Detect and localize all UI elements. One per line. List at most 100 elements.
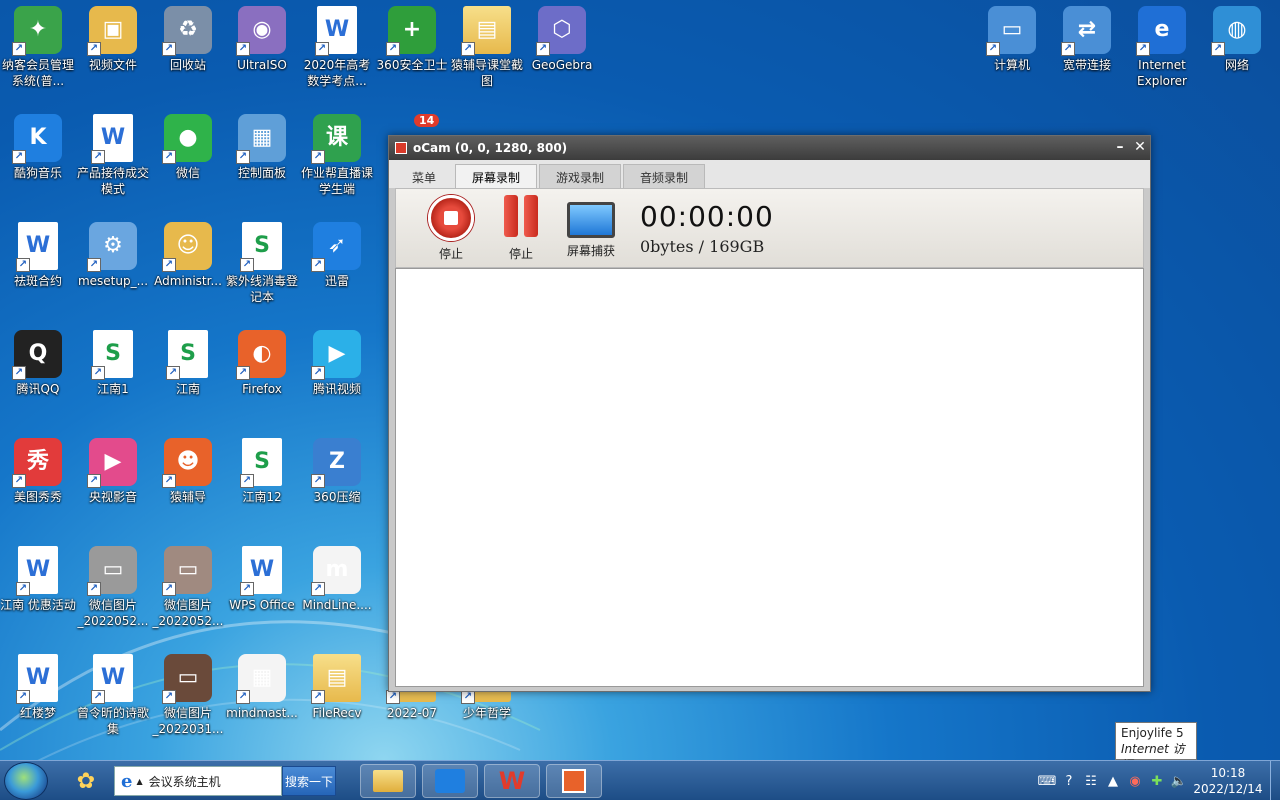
desktop-icon[interactable]: ▣ ↗ 视频文件 [75, 0, 151, 73]
pinned-app-icon[interactable]: ✿ [58, 764, 114, 798]
desktop-icon[interactable]: W ↗ 产品接待成交模式 [75, 108, 151, 197]
desktop-icon-image: Z ↗ [311, 438, 361, 488]
shortcut-arrow-icon: ↗ [311, 366, 325, 380]
desktop-icon-image: ▦ ↗ [236, 114, 286, 164]
desktop-icon[interactable]: S ↗ 江南 [150, 324, 226, 397]
wps-task-icon[interactable]: W [484, 764, 540, 798]
desktop-icon[interactable]: ☻ ↗ 猿辅导 [150, 432, 226, 505]
desktop-icon[interactable]: ♻ ↗ 回收站 [150, 0, 226, 73]
desktop-icon[interactable]: S ↗ 紫外线消毒登记本 [224, 216, 300, 305]
desktop-icon[interactable]: W ↗ 2020年高考数学考点... [299, 0, 375, 89]
desktop-icon[interactable]: ◍ ↗ 网络 [1199, 0, 1275, 73]
desktop-icon[interactable]: ◉ ↗ UltraISO [224, 0, 300, 73]
screen-capture-button[interactable]: 屏幕捕获 [556, 198, 626, 259]
recording-area[interactable] [395, 268, 1144, 687]
desktop-icon-image: W ↗ [16, 654, 58, 704]
desktop-icon[interactable]: ✦ ↗ 纳客会员管理系统(普... [0, 0, 76, 89]
desktop-icon[interactable]: ▦ ↗ 控制面板 [224, 108, 300, 181]
shortcut-arrow-icon: ↗ [311, 474, 325, 488]
pause-button[interactable]: 停止 [486, 194, 556, 262]
pause-icon [498, 194, 544, 241]
desktop-icon[interactable]: W ↗ 江南 优惠活动 [0, 540, 76, 613]
desktop-icon[interactable]: + ↗ 360安全卫士 [374, 0, 450, 73]
tab-audio-record[interactable]: 音频录制 [623, 164, 706, 188]
desktop-icon[interactable]: ▤ ↗ 猿辅导课堂截图 [449, 0, 525, 89]
shortcut-arrow-icon: ↗ [315, 42, 329, 56]
minimize-button[interactable]: – [1110, 138, 1130, 158]
desktop-icon[interactable]: 课 ↗ 作业帮直播课学生端 [299, 108, 375, 197]
desktop-icon-image: ☺ ↗ [162, 222, 212, 272]
desktop-icon-label: 江南12 [242, 490, 282, 504]
desktop-icon[interactable]: W ↗ 祛斑合约 [0, 216, 76, 289]
desktop-icon[interactable]: ▭ ↗ 微信图片_2022031... [150, 648, 226, 737]
stop-button[interactable]: 停止 [416, 194, 486, 262]
network-tooltip: Enjoylife 5 Internet 访问 [1115, 722, 1197, 772]
desktop-icon[interactable]: W ↗ 曾令昕的诗歌集 [75, 648, 151, 737]
ocam-titlebar[interactable]: oCam (0, 0, 1280, 800) – ✕ [389, 136, 1150, 160]
record-tray-icon[interactable]: ◉ [1124, 774, 1146, 789]
desktop-icon-image: ▭ ↗ [162, 546, 212, 596]
desktop-icon[interactable]: ● ↗ 微信 [150, 108, 226, 181]
desktop-icon-label: 纳客会员管理系统(普... [1, 58, 74, 88]
desktop-icon-label: GeoGebra [531, 58, 593, 72]
desktop-icon[interactable]: W ↗ 红楼梦 [0, 648, 76, 721]
shortcut-arrow-icon: ↗ [236, 366, 250, 380]
ie-icon: e [121, 770, 133, 792]
ie-address-bar[interactable]: e ▲ 会议系统主机 [114, 766, 282, 796]
desktop-icon[interactable]: W ↗ WPS Office [224, 540, 300, 613]
explorer-task-icon[interactable] [360, 764, 416, 798]
desktop-icon[interactable]: ⚙ ↗ mesetup_... [75, 216, 151, 289]
desktop-icon[interactable]: S ↗ 江南1 [75, 324, 151, 397]
clock[interactable]: 10:18 2022/12/14 [1190, 765, 1266, 797]
desktop-icon[interactable]: ⇄ ↗ 宽带连接 [1049, 0, 1125, 73]
desktop-icon[interactable]: S ↗ 江南12 [224, 432, 300, 505]
ime-icon[interactable]: ☷ [1080, 774, 1102, 789]
desktop-icon[interactable]: ▭ ↗ 微信图片_2022052... [75, 540, 151, 629]
desktop-icon-label: 360压缩 [313, 490, 361, 504]
search-button[interactable]: 搜索一下 [282, 766, 336, 796]
tab-menu[interactable]: 菜单 [395, 164, 454, 188]
desktop-icon-image: ☻ ↗ [162, 438, 212, 488]
desktop-icon[interactable]: Q ↗ 腾讯QQ [0, 324, 76, 397]
desktop-icon[interactable]: ⬡ ↗ GeoGebra [524, 0, 600, 73]
desktop-icon-label: 猿辅导课堂截图 [450, 58, 523, 88]
desktop-icon[interactable]: ➶ ↗ 迅雷 [299, 216, 375, 289]
desktop-icon-label: 江南 优惠活动 [0, 598, 76, 612]
help-icon[interactable]: ? [1058, 774, 1080, 789]
desktop-icon-label: 曾令昕的诗歌集 [76, 706, 149, 736]
stop-label: 停止 [438, 246, 463, 261]
desktop-icon[interactable]: ▶ ↗ 央视影音 [75, 432, 151, 505]
desktop-icon[interactable]: K ↗ 酷狗音乐 [0, 108, 76, 181]
desktop-icon-label: FileRecv [312, 706, 362, 720]
tab-game-record[interactable]: 游戏录制 [539, 164, 622, 188]
desktop-icon[interactable]: ▭ ↗ 计算机 [974, 0, 1050, 73]
security-tray-icon[interactable]: ✚ [1146, 774, 1168, 789]
desktop-icon[interactable]: ☺ ↗ Administr... [150, 216, 226, 289]
recording-size: 0bytes / 169GB [640, 237, 765, 256]
desktop-icon-image: ▭ ↗ [986, 6, 1036, 56]
start-button[interactable] [4, 762, 48, 800]
app-task-icon[interactable] [422, 764, 478, 798]
clock-time: 10:18 [1210, 766, 1246, 780]
close-button[interactable]: ✕ [1130, 138, 1150, 158]
show-desktop-button[interactable] [1270, 761, 1280, 800]
desktop-icon[interactable]: e ↗ Internet Explorer [1124, 0, 1200, 89]
ocam-task-icon[interactable] [546, 764, 602, 798]
desktop-icon-label: UltraISO [237, 58, 287, 72]
shortcut-arrow-icon: ↗ [1136, 42, 1150, 56]
desktop-icon[interactable]: ▤ ↗ FileRecv [299, 648, 375, 721]
shortcut-arrow-icon: ↗ [12, 366, 26, 380]
desktop-icon[interactable]: 秀 ↗ 美图秀秀 [0, 432, 76, 505]
desktop-icon[interactable]: ◐ ↗ Firefox [224, 324, 300, 397]
desktop-icon[interactable]: m ↗ MindLine.... [299, 540, 375, 613]
desktop-icon[interactable]: Z ↗ 360压缩 [299, 432, 375, 505]
desktop-icon[interactable]: ▶ ↗ 腾讯视频 [299, 324, 375, 397]
keyboard-icon[interactable]: ⌨ [1036, 774, 1058, 789]
tray-expand-icon[interactable]: ▲ [1102, 774, 1124, 789]
dropdown-arrow-icon[interactable]: ▲ [136, 777, 142, 786]
desktop-icon[interactable]: ▦ ↗ mindmast... [224, 648, 300, 721]
tab-screen-record[interactable]: 屏幕录制 [455, 164, 538, 188]
shortcut-arrow-icon: ↗ [536, 42, 550, 56]
volume-icon[interactable]: 🔈 [1168, 774, 1190, 789]
desktop-icon[interactable]: ▭ ↗ 微信图片_2022052... [150, 540, 226, 629]
